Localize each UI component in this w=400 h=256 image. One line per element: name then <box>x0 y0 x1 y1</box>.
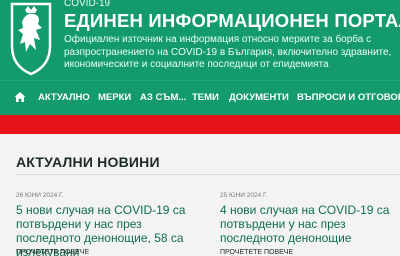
news-title-link[interactable]: 4 нови случая на COVID-19 са потвърдени … <box>220 203 390 245</box>
home-icon[interactable] <box>14 91 26 103</box>
news-date: 26 ЮНИ 2024 Г. <box>16 192 64 199</box>
section-title: АКТУАЛНИ НОВИНИ <box>16 154 160 170</box>
nav-item-faq[interactable]: ВЪПРОСИ И ОТГОВОРИ <box>297 92 400 103</box>
coat-of-arms-logo[interactable] <box>8 0 54 76</box>
nav-item-documents[interactable]: ДОКУМЕНТИ <box>229 92 289 103</box>
page-title[interactable]: ЕДИНЕН ИНФОРМАЦИОНЕН ПОРТАЛ <box>64 10 400 32</box>
nav-item-measures[interactable]: МЕРКИ <box>98 92 131 103</box>
read-more-link[interactable]: ПРОЧЕТЕТЕ ПОВЕЧЕ <box>16 249 89 256</box>
read-more-link[interactable]: ПРОЧЕТЕТЕ ПОВЕЧЕ <box>220 249 293 256</box>
nav-item-topics[interactable]: ТЕМИ <box>192 92 219 103</box>
main-navigation: АКТУАЛНО МЕРКИ АЗ СЪМ... ТЕМИ ДОКУМЕНТИ … <box>0 80 400 115</box>
section-divider <box>16 174 400 175</box>
site-subtitle: Официален източник на информация относно… <box>64 34 392 70</box>
covid-label: COVID-19 <box>64 0 111 9</box>
nav-item-current[interactable]: АКТУАЛНО <box>38 92 90 103</box>
nav-item-i-am[interactable]: АЗ СЪМ... <box>140 92 186 103</box>
red-accent-bar <box>0 115 400 134</box>
site-header: COVID-19 ЕДИНЕН ИНФОРМАЦИОНЕН ПОРТАЛ Офи… <box>0 0 400 80</box>
news-date: 25 ЮНИ 2024 Г. <box>220 192 268 199</box>
